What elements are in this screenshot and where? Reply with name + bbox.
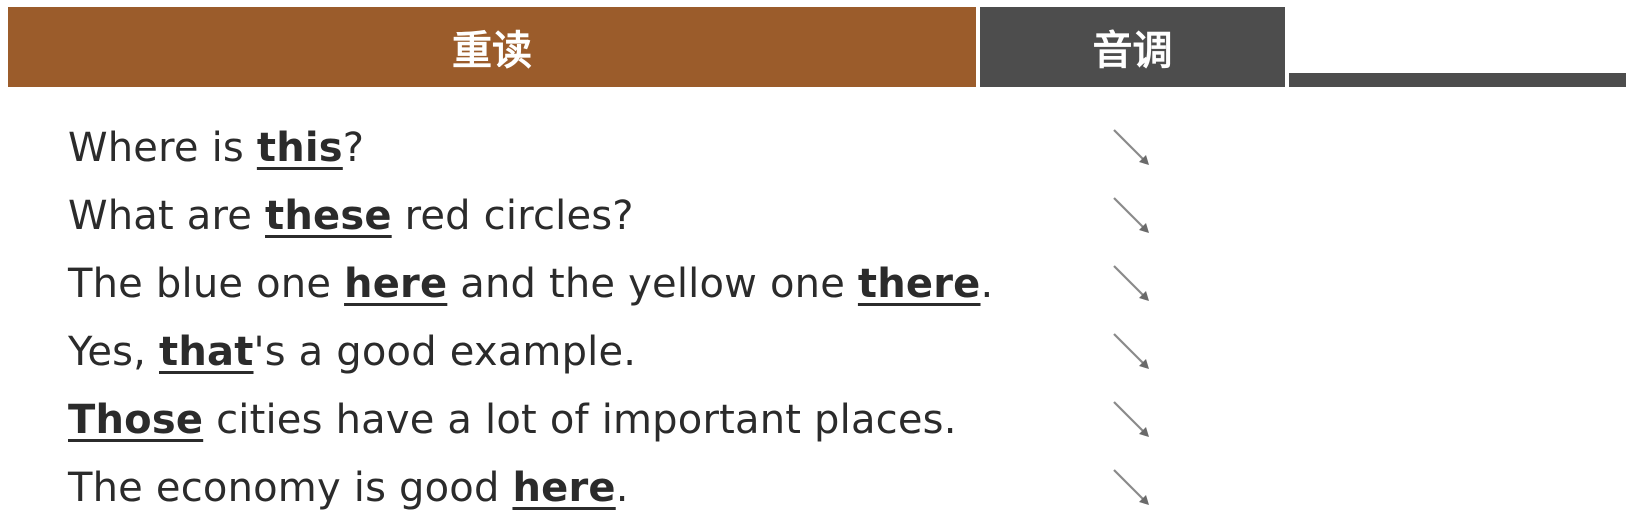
sentence-text: cities have a lot of important places. [203,397,957,443]
sentence-text: What are [68,193,266,239]
sentence-text: 's a good example. [253,329,637,375]
stressed-word: Those [68,397,204,443]
stress-header-label: 重读 [452,28,532,74]
sentence-row: What are these red circles? [68,182,1168,250]
sentence-text: . [980,261,994,307]
header-divider-bar [1289,73,1626,87]
falling-arrow-icon [1113,265,1149,301]
tone-column-header: 音调 [980,7,1285,87]
falling-arrow-icon [1113,469,1149,505]
sentence-text: The blue one [68,261,345,307]
sentence-text: Where is [68,125,257,171]
stressed-word: these [265,193,392,239]
sentence-row: Those cities have a lot of important pla… [68,386,1168,454]
stress-column-header: 重读 [8,7,976,87]
sentence-text: red circles? [391,193,634,239]
sentence-row: The blue one here and the yellow one the… [68,250,1168,318]
falling-arrow-icon [1113,401,1149,437]
sentence-text: ? [342,125,365,171]
sentence-text: . [615,465,629,511]
stressed-word: this [256,125,343,171]
sentence-row: The economy is good here. [68,454,1168,522]
falling-arrow-icon [1113,129,1149,165]
sentence-row: Where is this? [68,114,1168,182]
stressed-word: that [159,329,254,375]
stressed-word: here [344,261,448,307]
sentence-row: Yes, that's a good example. [68,318,1168,386]
sentence-text: Yes, [68,329,159,375]
stressed-word: there [857,261,981,307]
falling-arrow-icon [1113,333,1149,369]
falling-arrow-icon [1113,197,1149,233]
tone-header-label: 音调 [1092,28,1173,74]
sentence-text: The economy is good [68,465,513,511]
sentence-text: and the yellow one [447,261,858,307]
stressed-word: here [512,465,616,511]
